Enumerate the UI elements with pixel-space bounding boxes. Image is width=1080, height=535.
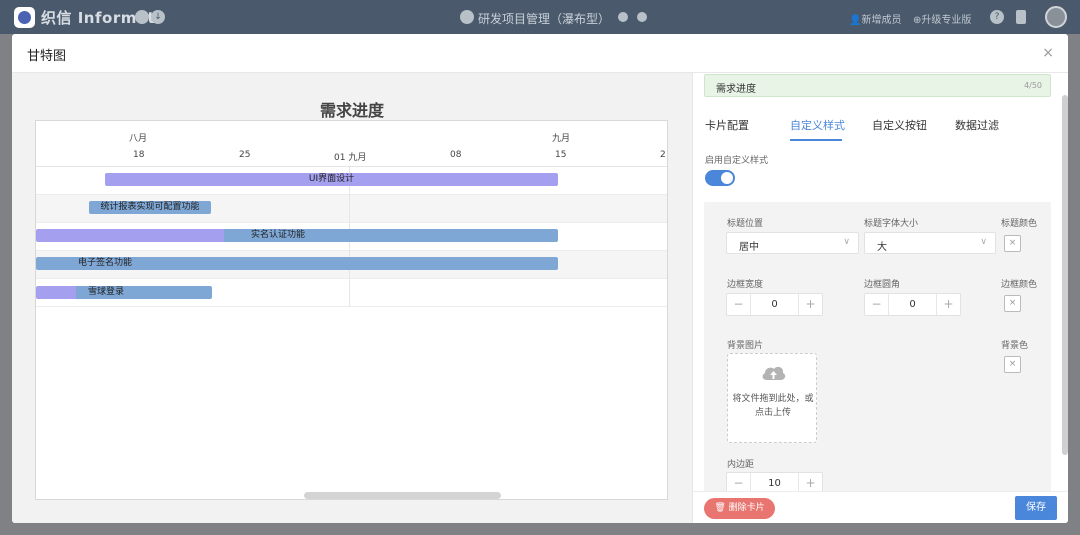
style-options: 标题位置 居中 ∨ 标题字体大小 大 ∨ 标题颜色 × 边框宽度 − 0 + 边… [704, 202, 1051, 523]
plus-icon[interactable]: + [936, 294, 960, 315]
download-icon[interactable]: ↓ [151, 10, 165, 24]
month-label: 九月 [552, 134, 571, 144]
app-bar: 织信 Informat ↓ 研发项目管理（瀑布型） 👤新增成员 ⊕升级专业版 ? [0, 0, 1080, 34]
bg-color-label: 背景色 [1001, 341, 1029, 351]
tab-custom-buttons[interactable]: 自定义按钮 [872, 117, 927, 133]
card-title-value: 需求进度 [716, 84, 756, 95]
border-color-label: 边框颜色 [1001, 280, 1038, 290]
title-font-size-value: 大 [877, 242, 887, 253]
save-button[interactable]: 保存 [1015, 496, 1057, 520]
day-label: 08 [450, 150, 462, 160]
task-bar[interactable]: UI界面设计 [105, 173, 558, 186]
task-bar[interactable]: 统计报表实现可配置功能 [89, 201, 211, 214]
title-position-label: 标题位置 [727, 219, 764, 229]
modal-title: 甘特图 [27, 49, 67, 64]
day-label: 15 [555, 150, 567, 160]
logo-icon[interactable] [14, 7, 35, 28]
add-member-button[interactable]: 👤新增成员 [849, 11, 901, 26]
avatar[interactable] [1045, 6, 1067, 28]
gantt-modal: 甘特图 × 需求进度 八月 九月 18 25 01 九月 08 15 2 UI界… [12, 34, 1068, 523]
project-icon [460, 10, 474, 24]
settings-panel: 需求进度 4/50 卡片配置 自定义样式 自定义按钮 数据过滤 启用自定义样式 … [692, 73, 1068, 523]
task-bar-label: 雪球登录 [88, 287, 125, 297]
day-label: 25 [239, 150, 251, 160]
title-font-size-select[interactable]: 大 ∨ [864, 232, 996, 254]
border-width-stepper[interactable]: − 0 + [726, 293, 823, 316]
border-radius-stepper[interactable]: − 0 + [864, 293, 961, 316]
panel-footer: 🗑 删除卡片 保存 [693, 491, 1068, 523]
title-position-value: 居中 [739, 242, 759, 253]
border-width-label: 边框宽度 [727, 280, 764, 290]
day-label: 18 [133, 150, 145, 160]
border-width-value[interactable]: 0 [751, 299, 798, 310]
modal-header: 甘特图 × [12, 34, 1068, 73]
bg-image-label: 背景图片 [727, 341, 764, 351]
title-color-picker[interactable]: × [1004, 235, 1021, 252]
tab-custom-style[interactable]: 自定义样式 [790, 117, 845, 133]
chevron-down-icon: ∨ [843, 237, 850, 247]
preview-canvas: 需求进度 八月 九月 18 25 01 九月 08 15 2 UI界面设计 统计… [12, 73, 692, 523]
padding-value[interactable]: 10 [751, 478, 798, 489]
minus-icon[interactable]: − [865, 294, 889, 315]
help-icon[interactable]: ? [990, 10, 1004, 24]
cloud-upload-icon [762, 366, 786, 380]
bg-image-upload[interactable]: 将文件拖到此处，或点击上传 [727, 353, 817, 443]
day-label: 01 九月 [334, 153, 367, 163]
title-color-label: 标题颜色 [1001, 219, 1038, 229]
add-user-icon: 👤 [849, 15, 862, 26]
upload-hint: 将文件拖到此处，或点击上传 [732, 394, 814, 418]
padding-label: 内边距 [727, 460, 755, 470]
upgrade-label: 升级专业版 [921, 15, 972, 26]
border-color-picker[interactable]: × [1004, 295, 1021, 312]
chevron-down-icon: ∨ [980, 237, 987, 247]
bg-color-picker[interactable]: × [1004, 356, 1021, 373]
panel-scrollbar[interactable] [1062, 95, 1068, 455]
border-radius-value[interactable]: 0 [889, 299, 936, 310]
bell-icon[interactable] [1016, 10, 1026, 24]
enable-style-toggle[interactable] [705, 170, 735, 186]
gear-icon[interactable] [618, 12, 628, 22]
gantt-chart: 八月 九月 18 25 01 九月 08 15 2 UI界面设计 统计报表实现可… [35, 120, 668, 500]
day-label: 2 [660, 150, 666, 160]
active-tab-indicator [790, 139, 842, 141]
project-title[interactable]: 研发项目管理（瀑布型） [478, 10, 610, 27]
user-switch-icon[interactable] [135, 10, 149, 24]
chart-title: 需求进度 [319, 101, 384, 120]
minus-icon[interactable]: − [727, 294, 751, 315]
enable-style-label: 启用自定义样式 [705, 156, 769, 166]
add-member-label: 新增成员 [861, 15, 902, 26]
task-bar-label: 实名认证功能 [251, 230, 306, 240]
timeline-header: 八月 九月 18 25 01 九月 08 15 2 [36, 121, 667, 167]
task-bar[interactable]: 电子签名功能 [36, 257, 558, 270]
title-font-size-label: 标题字体大小 [864, 219, 919, 229]
delete-card-label: 删除卡片 [728, 503, 765, 513]
plus-icon[interactable]: + [798, 294, 822, 315]
month-label: 八月 [129, 134, 148, 144]
title-position-select[interactable]: 居中 ∨ [726, 232, 859, 254]
trash-icon: 🗑 [714, 503, 726, 513]
target-icon[interactable] [637, 12, 647, 22]
border-radius-label: 边框圆角 [864, 280, 901, 290]
upgrade-button[interactable]: ⊕升级专业版 [913, 11, 971, 26]
horizontal-scrollbar[interactable] [304, 492, 501, 499]
card-title-input[interactable]: 需求进度 4/50 [704, 74, 1051, 97]
close-icon[interactable]: × [1042, 45, 1054, 61]
delete-card-button[interactable]: 🗑 删除卡片 [704, 498, 775, 519]
tab-card-config[interactable]: 卡片配置 [705, 117, 749, 133]
char-count: 4/50 [1024, 81, 1042, 90]
tab-data-filter[interactable]: 数据过滤 [955, 117, 999, 133]
